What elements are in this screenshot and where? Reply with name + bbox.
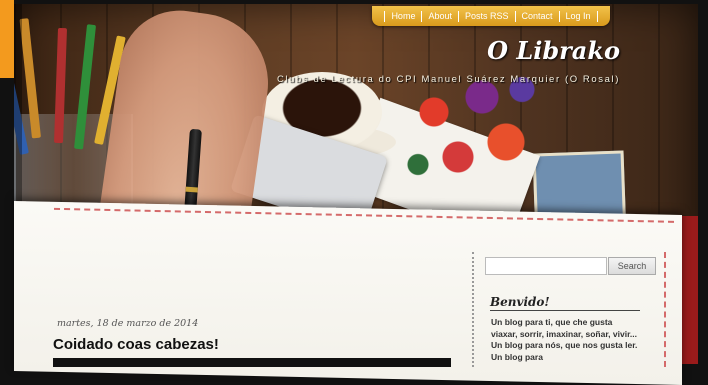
blog-title[interactable]: O Librako — [470, 36, 620, 65]
nav-contact-link[interactable]: Contact — [514, 10, 559, 22]
post-image — [53, 358, 451, 367]
post-title[interactable]: Coidado coas cabezas! — [53, 336, 219, 353]
post-date: martes, 18 de marzo de 2014 — [57, 318, 199, 329]
nav-about-link[interactable]: About — [421, 10, 458, 22]
nav-login-link[interactable]: Log In — [558, 10, 598, 22]
sidebar-edge — [664, 252, 666, 367]
widget-title: Benvido! — [490, 295, 640, 311]
blog-description: Clubs de Lectura do CPI Manuel Suárez Ma… — [276, 74, 620, 85]
search-button[interactable]: Search — [608, 257, 656, 275]
search-input[interactable] — [485, 257, 607, 275]
nav-posts-rss-link[interactable]: Posts RSS — [457, 10, 515, 22]
nav-home-link[interactable]: Home — [384, 10, 421, 22]
sidebar-divider — [472, 252, 474, 367]
accent-tab — [0, 0, 14, 78]
top-navigation: Home About Posts RSS Contact Log In — [372, 6, 610, 26]
widget-text: Un blog para ti, que che gusta viaxar, s… — [491, 317, 638, 362]
